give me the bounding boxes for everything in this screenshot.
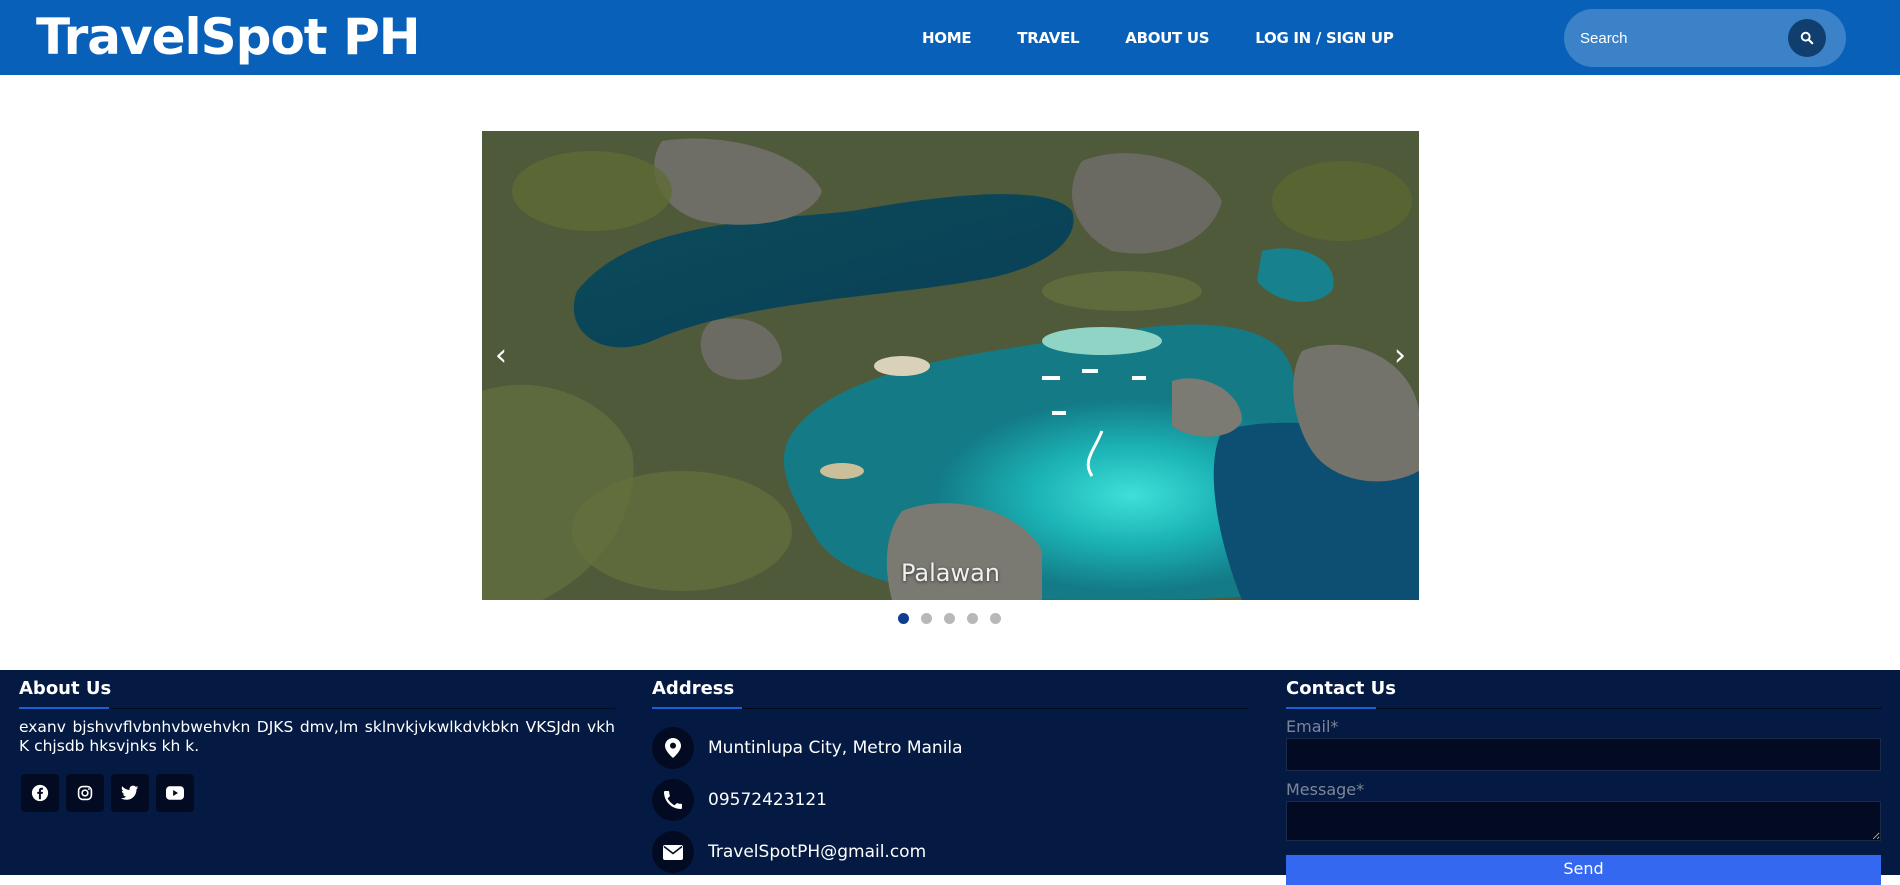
slide-caption: Palawan: [900, 559, 1001, 587]
about-us-text: exanv bjshvvflvbnhvbwehvkn DJKS dmv,lm s…: [19, 718, 615, 755]
address-location-row: Muntinlupa City, Metro Manila: [652, 727, 963, 769]
instagram-icon: [77, 785, 93, 801]
search-icon: [1800, 31, 1814, 45]
palawan-lagoon-image: [482, 131, 1419, 600]
email-field[interactable]: [1286, 738, 1881, 771]
contact-us-heading: Contact Us: [1286, 678, 1397, 699]
address-heading: Address: [652, 678, 735, 699]
carousel-dot-2[interactable]: [921, 613, 932, 624]
carousel-indicators: [898, 613, 1013, 624]
twitter-icon: [121, 785, 139, 800]
message-label: Message*: [1286, 780, 1365, 799]
address-accent: [652, 707, 742, 709]
envelope-icon-wrap: [652, 831, 694, 873]
instagram-button[interactable]: [66, 774, 104, 812]
nav-login-signup[interactable]: LOG IN / SIGN UP: [1255, 29, 1394, 47]
send-button[interactable]: Send: [1286, 855, 1881, 885]
twitter-button[interactable]: [111, 774, 149, 812]
envelope-icon: [663, 844, 683, 860]
location-pin-wrap: [652, 727, 694, 769]
contact-us-accent: [1286, 707, 1376, 709]
site-logo[interactable]: TravelSpot PH: [36, 8, 421, 66]
message-field[interactable]: [1286, 801, 1881, 841]
nav-about-us[interactable]: ABOUT US: [1125, 29, 1209, 47]
carousel-dot-4[interactable]: [967, 613, 978, 624]
phone-icon: [664, 791, 682, 809]
main-nav: HOME TRAVEL ABOUT US LOG IN / SIGN UP: [922, 0, 1394, 75]
phone-icon-wrap: [652, 779, 694, 821]
site-footer: [0, 670, 1900, 875]
carousel-next-button[interactable]: ›: [1385, 336, 1415, 376]
address-location-text: Muntinlupa City, Metro Manila: [708, 738, 963, 758]
youtube-button[interactable]: [156, 774, 194, 812]
address-phone-row: 09572423121: [652, 779, 827, 821]
address-phone-text: 09572423121: [708, 790, 827, 810]
carousel-prev-button[interactable]: ‹: [486, 336, 516, 376]
about-us-heading: About Us: [19, 678, 112, 699]
address-email-row: TravelSpotPH@gmail.com: [652, 831, 926, 873]
top-navbar: TravelSpot PH HOME TRAVEL ABOUT US LOG I…: [0, 0, 1900, 75]
nav-travel[interactable]: TRAVEL: [1017, 29, 1079, 47]
location-pin-icon: [665, 738, 681, 758]
email-label: Email*: [1286, 717, 1339, 736]
youtube-icon: [166, 786, 184, 800]
carousel-dot-5[interactable]: [990, 613, 1001, 624]
facebook-icon: [31, 784, 49, 802]
nav-home[interactable]: HOME: [922, 29, 972, 47]
carousel-dot-3[interactable]: [944, 613, 955, 624]
about-us-accent: [19, 707, 109, 709]
carousel-dot-1[interactable]: [898, 613, 909, 624]
search-button[interactable]: [1788, 19, 1826, 57]
address-email-text[interactable]: TravelSpotPH@gmail.com: [708, 842, 926, 862]
facebook-button[interactable]: [21, 774, 59, 812]
search-input[interactable]: [1580, 26, 1770, 50]
image-carousel: Palawan ‹ ›: [482, 131, 1419, 600]
